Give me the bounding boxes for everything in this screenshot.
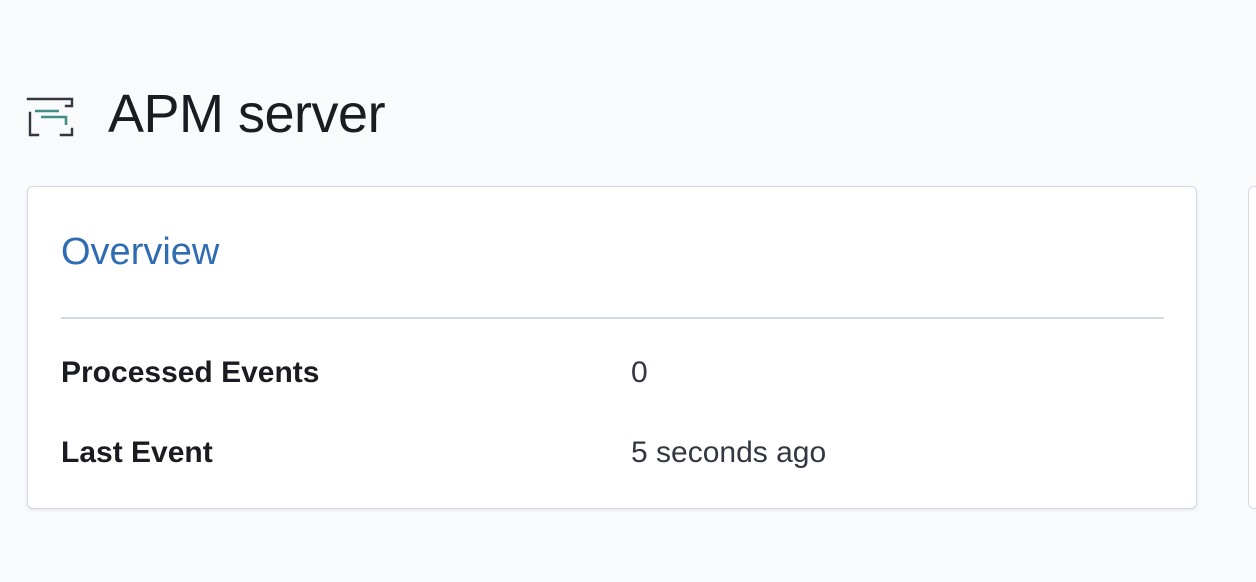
stat-row-last-event: Last Event 5 seconds ago <box>61 433 1164 473</box>
stat-row-processed-events: Processed Events 0 <box>61 353 1164 393</box>
adjacent-panel-edge <box>1248 186 1256 509</box>
stat-label: Last Event <box>61 436 213 469</box>
apm-server-icon <box>26 89 76 139</box>
stat-value: 0 <box>631 356 648 389</box>
page-header: APM server <box>26 84 386 144</box>
stat-value: 5 seconds ago <box>631 436 827 469</box>
page-title: APM server <box>108 84 386 144</box>
overview-panel: Overview Processed Events 0 Last Event 5… <box>27 186 1197 509</box>
divider <box>61 317 1164 319</box>
overview-title[interactable]: Overview <box>61 229 219 275</box>
stat-label: Processed Events <box>61 356 320 389</box>
